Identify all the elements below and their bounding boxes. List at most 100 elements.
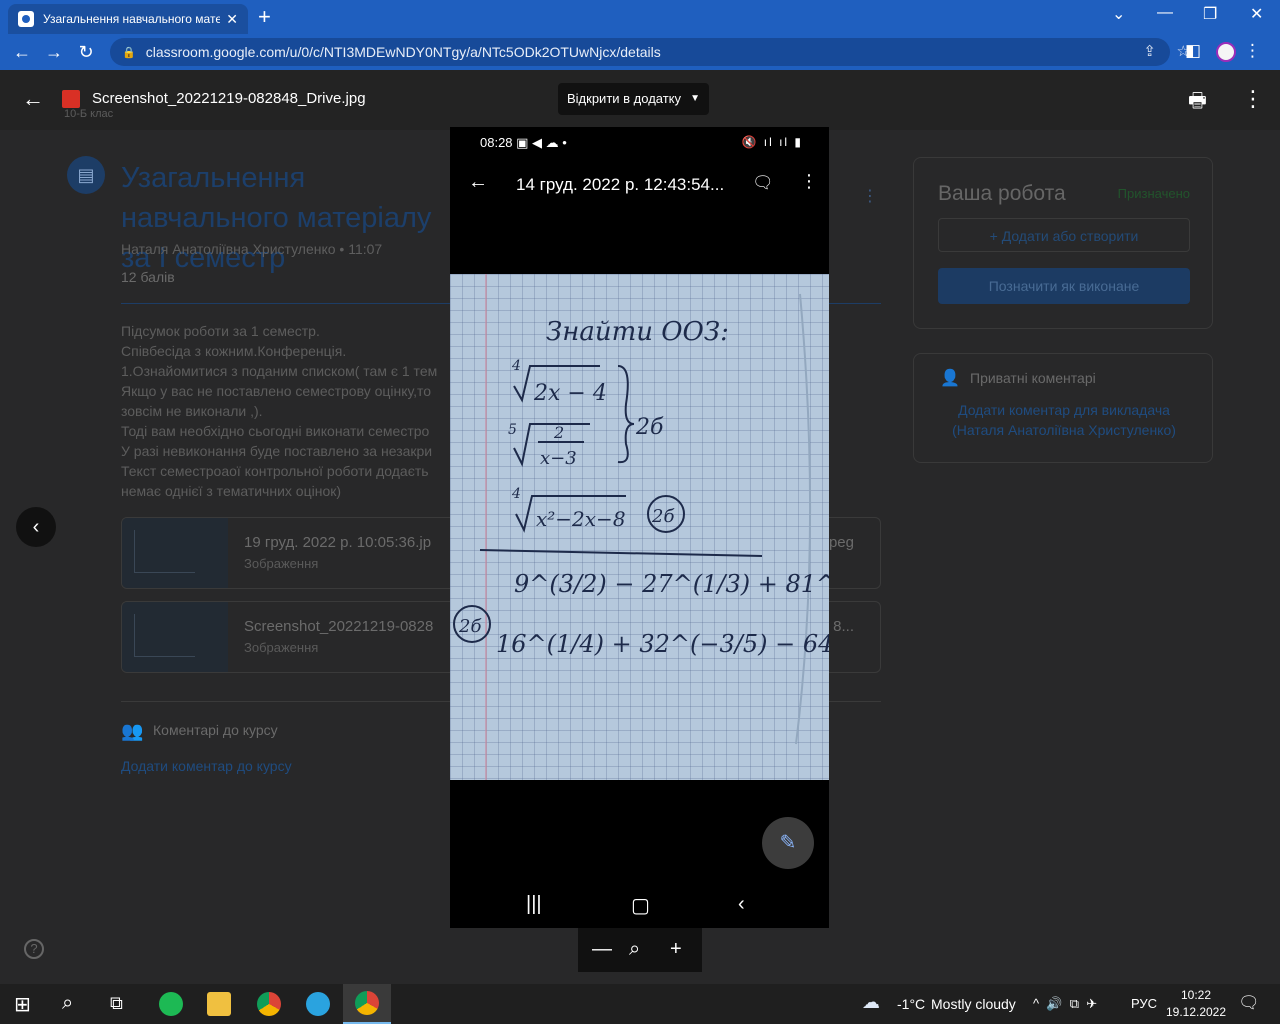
- phone-status-time: 08:28 ▣ ◀ ☁ •: [480, 135, 567, 150]
- phone-home-icon: ▢: [631, 895, 650, 917]
- url-text[interactable]: classroom.google.com/u/0/c/NTI3MDEwNDY0N…: [146, 44, 661, 60]
- assignment-icon: ▤: [67, 156, 105, 194]
- print-icon[interactable]: 🖶: [1188, 86, 1207, 120]
- taskbar-search-icon[interactable]: ⌕: [62, 992, 73, 1015]
- windows-start-icon[interactable]: ⊞: [14, 992, 31, 1017]
- tab-search-dropdown-icon[interactable]: ⌄: [1112, 4, 1125, 24]
- zoom-out-button[interactable]: —: [592, 938, 612, 961]
- attachment-type: Зображення: [244, 640, 319, 655]
- profile-avatar[interactable]: [1216, 42, 1236, 62]
- people-icon: 👥: [121, 721, 144, 741]
- fraction-numerator: 2: [553, 423, 564, 442]
- weather-condition[interactable]: Mostly cloudy: [931, 996, 1016, 1012]
- expression-1: 9^(3/2) − 27^(1/3) + 81^(3/4) =: [514, 570, 829, 598]
- chrome-profile-taskbar-app[interactable]: [343, 984, 391, 1024]
- fraction-denominator: x−3: [540, 448, 577, 469]
- chevron-down-icon: ▼: [690, 93, 701, 104]
- add-or-create-button[interactable]: + Додати або створити: [938, 218, 1190, 252]
- share-icon[interactable]: ⇪: [1143, 42, 1156, 60]
- attachment-thumbnail: [122, 602, 228, 672]
- zoom-in-button[interactable]: +: [670, 938, 682, 961]
- window-minimize-button[interactable]: —: [1157, 4, 1173, 22]
- browser-tab-active[interactable]: Узагальнення навчального мате ✕: [8, 4, 248, 34]
- notebook-handwriting: Знайти ООЗ: 4 2x − 4 5 2 x−3 2б 4 x²−2x−…: [453, 274, 829, 780]
- person-icon: 👤: [940, 370, 960, 387]
- weather-temperature[interactable]: -1°C: [897, 996, 925, 1012]
- mark-as-done-button[interactable]: Позначити як виконане: [938, 268, 1190, 304]
- url-omnibox[interactable]: 🔒 classroom.google.com/u/0/c/NTI3MDEwNDY…: [110, 38, 1190, 66]
- circled-note: 2б: [651, 506, 675, 527]
- phone-more-icon: ⋮: [800, 171, 818, 191]
- window-close-button[interactable]: ✕: [1250, 4, 1263, 24]
- phone-back-icon: ←: [468, 171, 488, 193]
- status-badge: Призначено: [1117, 186, 1190, 201]
- browser-reload-button[interactable]: ↻: [70, 42, 102, 63]
- radical-index: 5: [508, 422, 517, 438]
- zoom-reset-icon[interactable]: ⌕: [629, 938, 640, 961]
- browser-back-button[interactable]: ←: [6, 42, 38, 63]
- taskbar-clock-time[interactable]: 10:22: [1168, 988, 1224, 1002]
- spotify-icon: [159, 992, 183, 1016]
- phone-status-icons: 🔇 ıl ıl ▮: [741, 135, 803, 149]
- assignment-more-icon[interactable]: ⋮: [862, 186, 878, 206]
- window-restore-button[interactable]: ❐: [1203, 4, 1217, 24]
- chrome-taskbar-app[interactable]: [245, 984, 293, 1024]
- edit-pen-icon: ✎: [762, 817, 814, 869]
- notifications-icon[interactable]: 🗨: [1238, 993, 1260, 1013]
- input-language[interactable]: РУС: [1131, 996, 1157, 1011]
- file-viewer-header: ← Screenshot_20221219-082848_Drive.jpg 1…: [0, 70, 1280, 130]
- tab-title: Узагальнення навчального мате: [43, 12, 221, 26]
- phone-photo-date: 14 груд. 2022 р. 12:43:54...: [516, 175, 725, 194]
- image-file-icon: [62, 90, 80, 108]
- notebook-heading: Знайти ООЗ:: [546, 317, 729, 347]
- phone-app-bar: ← 14 груд. 2022 р. 12:43:54... 🗨 ⋮: [450, 167, 829, 203]
- file-explorer-taskbar-app[interactable]: [195, 984, 243, 1024]
- expression-2: 16^(1/4) + 32^(−3/5) − 64^(5/6): [496, 630, 829, 658]
- assignment-author-time: Наталя Анатоліївна Христуленко • 11:07: [121, 241, 383, 257]
- windows-taskbar: ⊞ ⌕ ⧉ ☁ -1°C Mostly cloudy ^ 🔊 ⧉ ✈ РУС 1…: [0, 984, 1280, 1024]
- add-private-comment-link[interactable]: Додати коментар для викладача (Наталя Ан…: [934, 400, 1194, 440]
- browser-menu-icon[interactable]: ⋮: [1244, 41, 1261, 61]
- viewer-class-name: 10-Б клас: [64, 108, 114, 120]
- spotify-taskbar-app[interactable]: [147, 984, 195, 1024]
- tab-close-icon[interactable]: ✕: [226, 11, 238, 28]
- phone-nav-bar: ||| ▢ ‹: [450, 889, 829, 923]
- folder-icon: [207, 992, 231, 1016]
- previous-file-button[interactable]: ‹: [16, 507, 56, 547]
- lock-icon[interactable]: 🔒: [122, 46, 136, 59]
- open-with-app-button[interactable]: Відкрити в додатку ▼: [558, 83, 710, 115]
- viewer-more-icon[interactable]: ⋮: [1242, 86, 1264, 112]
- attachment-name-end: peg: [828, 534, 854, 551]
- browser-forward-button[interactable]: →: [38, 42, 70, 63]
- phone-comment-icon: 🗨: [752, 173, 774, 192]
- classroom-favicon-icon: [18, 11, 34, 27]
- attachment-name: 19 груд. 2022 р. 10:05:36.jp: [244, 534, 432, 551]
- assignment-points: 12 балів: [121, 269, 175, 285]
- telegram-taskbar-app[interactable]: [294, 984, 342, 1024]
- private-comments-card: 👤 Приватні коментарі Додати коментар для…: [913, 353, 1213, 463]
- chrome-icon: [355, 991, 379, 1015]
- system-tray-icons[interactable]: ^ 🔊 ⧉ ✈: [1033, 996, 1097, 1012]
- task-view-icon[interactable]: ⧉: [110, 993, 123, 1014]
- side-panel-icon[interactable]: ◧: [1185, 41, 1201, 61]
- attachment-thumbnail: [122, 518, 228, 588]
- new-tab-button[interactable]: +: [258, 4, 271, 30]
- your-work-title: Ваша робота: [938, 182, 1066, 205]
- open-with-label: Відкрити в додатку: [567, 91, 682, 106]
- your-work-card: Ваша робота Призначено + Додати або ство…: [913, 157, 1213, 329]
- attachment-name: Screenshot_20221219-0828: [244, 618, 434, 635]
- zoom-controls: — ⌕ +: [578, 928, 702, 972]
- radical-index: 4: [511, 358, 521, 374]
- brace-note: 2б: [635, 415, 664, 440]
- class-comments-label: Коментарі до курсу: [153, 722, 278, 738]
- add-class-comment-link[interactable]: Додати коментар до курсу: [121, 758, 292, 774]
- viewer-back-button[interactable]: ←: [22, 86, 44, 112]
- radicand-3: x²−2x−8: [536, 507, 626, 531]
- chrome-icon: [257, 992, 281, 1016]
- notebook-photo: Знайти ООЗ: 4 2x − 4 5 2 x−3 2б 4 x²−2x−…: [450, 274, 829, 780]
- private-comments-title: Приватні коментарі: [970, 370, 1096, 386]
- help-icon[interactable]: ?: [24, 939, 44, 959]
- weather-cloud-icon[interactable]: ☁: [862, 992, 880, 1013]
- taskbar-clock-date[interactable]: 19.12.2022: [1160, 1005, 1232, 1019]
- phone-recent-apps-icon: |||: [526, 893, 542, 915]
